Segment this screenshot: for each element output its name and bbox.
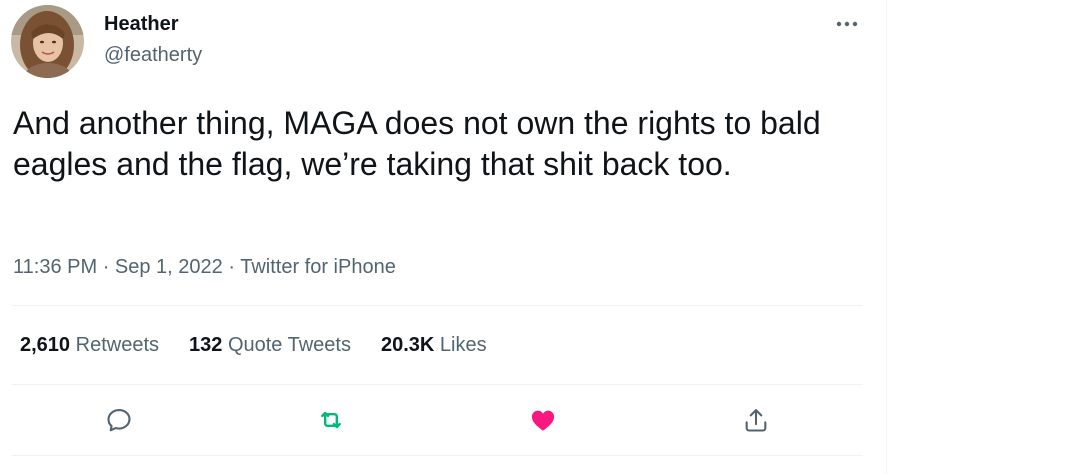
tweet-detail: Heather @featherty And another thing, MA… [0, 0, 887, 474]
likes-count: 20.3K [380, 334, 435, 356]
tweet-text: And another thing, MAGA does not own the… [13, 105, 821, 182]
more-dots-icon [836, 21, 858, 27]
likes-label: Likes [439, 334, 487, 356]
tweet-stats: 2,610 Retweets 132 Quote Tweets 20.3K Li… [20, 331, 517, 359]
retweet-icon [321, 411, 341, 429]
divider [12, 305, 863, 306]
retweets-count: 2,610 [20, 334, 71, 356]
tweet-meta: 11:36 PM · Sep 1, 2022 · Twitter for iPh… [13, 253, 396, 281]
more-options-button[interactable] [832, 10, 862, 38]
avatar[interactable] [11, 5, 84, 78]
share-icon [745, 409, 767, 432]
retweets-label: Retweets [75, 334, 159, 356]
author-display-name[interactable]: Heather [104, 11, 178, 37]
tweet-actions [0, 400, 887, 440]
quote-tweets-label: Quote Tweets [227, 334, 351, 356]
share-button[interactable] [736, 400, 776, 440]
heart-icon [531, 410, 555, 431]
quote-tweets-count: 132 [189, 334, 223, 356]
page: Heather @featherty And another thing, MA… [0, 0, 1090, 474]
reply-button[interactable] [99, 400, 139, 440]
meta-separator: · [102, 256, 115, 278]
retweet-button[interactable] [311, 400, 351, 440]
retweets-stat[interactable]: 2,610 Retweets [20, 331, 159, 359]
tweet-date[interactable]: Sep 1, 2022 [115, 256, 223, 278]
like-button[interactable] [523, 400, 563, 440]
divider [12, 384, 863, 385]
divider [12, 455, 863, 456]
likes-stat[interactable]: 20.3K Likes [381, 331, 487, 359]
reply-icon [107, 409, 131, 432]
meta-separator: · [228, 256, 241, 278]
tweet-time[interactable]: 11:36 PM [13, 256, 97, 278]
tweet-source[interactable]: Twitter for iPhone [240, 256, 396, 278]
quote-tweets-stat[interactable]: 132 Quote Tweets [189, 331, 351, 359]
avatar-image [11, 5, 84, 78]
author-handle[interactable]: @featherty [104, 42, 202, 68]
